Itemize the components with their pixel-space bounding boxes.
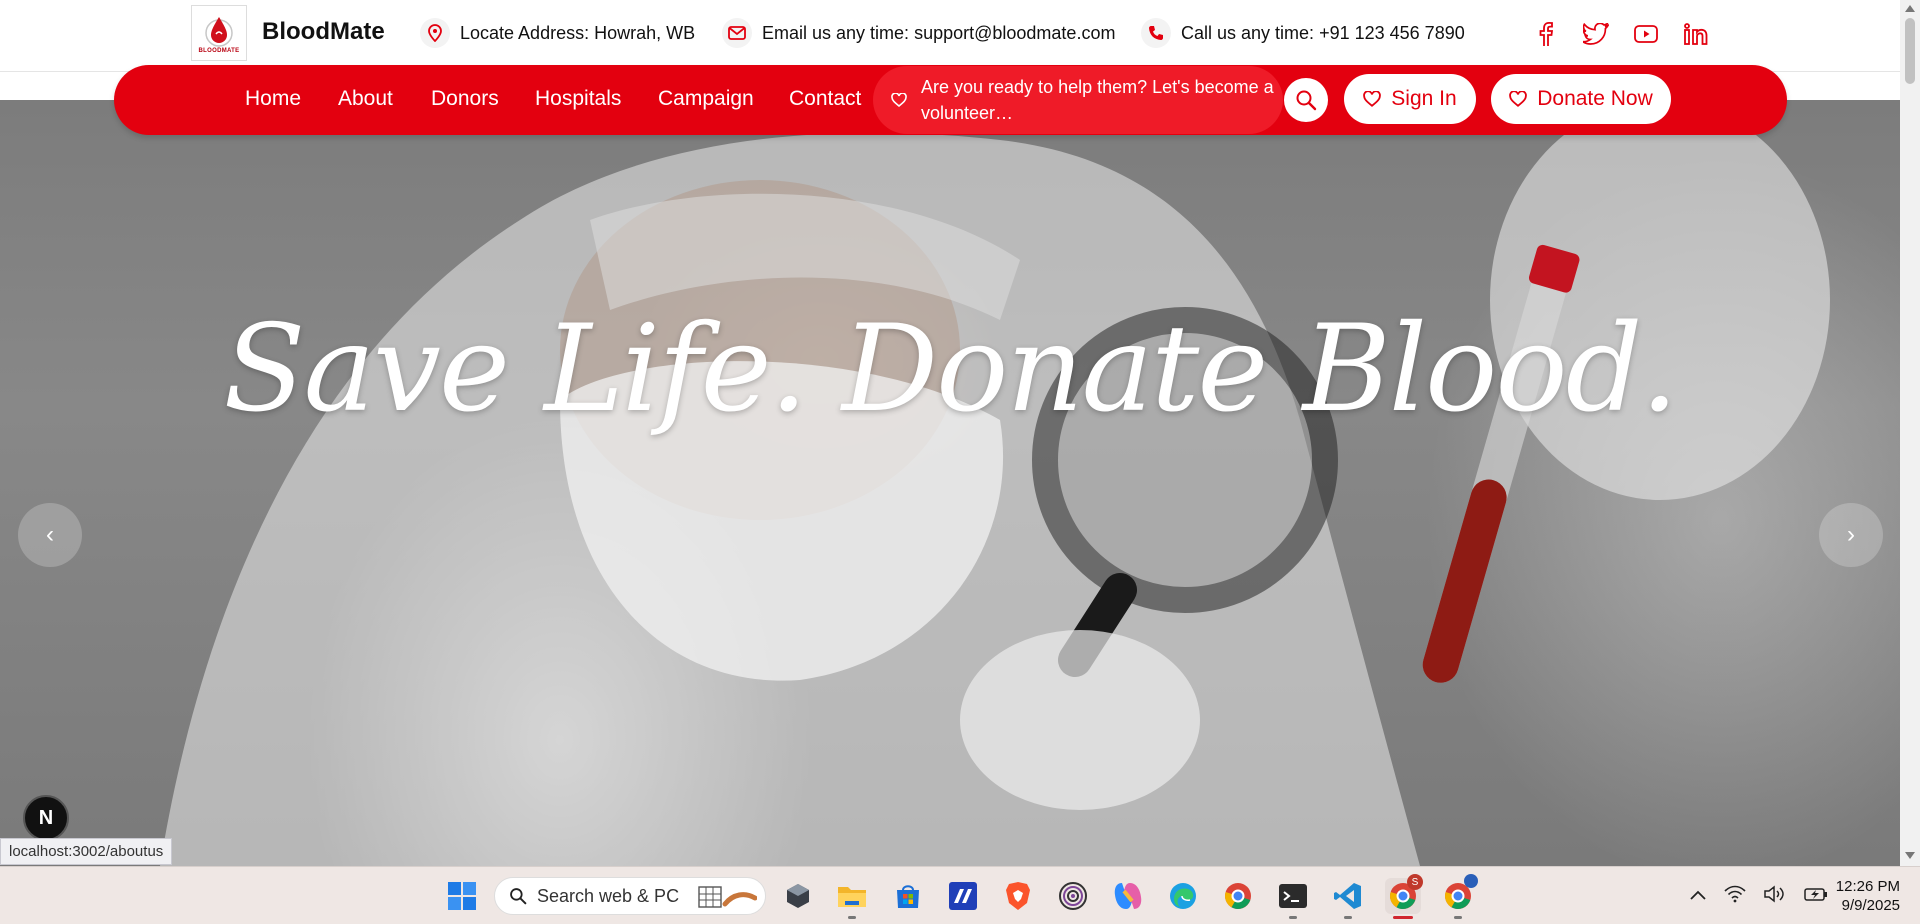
edge-browser-icon[interactable] — [1165, 878, 1201, 914]
volume-icon[interactable] — [1764, 884, 1786, 908]
address-info: Locate Address: Howrah, WB — [420, 18, 695, 48]
scroll-up-arrow-icon[interactable] — [1905, 5, 1915, 12]
donate-now-button[interactable]: Donate Now — [1491, 74, 1671, 124]
clock-time: 12:26 PM — [1835, 878, 1900, 895]
scroll-down-arrow-icon[interactable] — [1905, 852, 1915, 859]
twitter-icon[interactable] — [1580, 18, 1612, 50]
address-value: Howrah, WB — [594, 22, 696, 43]
taskbar-search-placeholder: Search web & PC — [537, 885, 680, 906]
page-scrollbar[interactable] — [1900, 0, 1920, 866]
email-value[interactable]: support@bloodmate.com — [914, 23, 1115, 44]
taskbar-clock[interactable]: 12:26 PM 9/9/2025 — [1830, 877, 1900, 915]
copilot-icon[interactable] — [1110, 878, 1146, 914]
sign-in-button[interactable]: Sign In — [1344, 74, 1476, 124]
hero-background-image — [160, 100, 1830, 866]
volunteer-banner[interactable]: Are you ready to help them? Let's become… — [873, 66, 1283, 134]
chrome-profile-active-icon[interactable]: S — [1385, 874, 1423, 919]
main-navigation: Home About Donors Hospitals Campaign Con… — [114, 65, 1787, 135]
scroll-thumb[interactable] — [1905, 18, 1915, 84]
volunteer-text: Are you ready to help them? Let's become… — [921, 77, 1274, 123]
windows-start-icon[interactable] — [444, 878, 480, 914]
hero-slider: Save Life. Donate Blood. ‹ › — [0, 100, 1900, 866]
top-info-bar: BLOODMATE BloodMate Locate Address: Howr… — [0, 0, 1900, 72]
phone-label: Call us any time: — [1181, 22, 1315, 43]
microsoft-store-icon[interactable] — [890, 878, 926, 914]
slider-next-button[interactable]: › — [1819, 503, 1883, 567]
phone-value[interactable]: +91 123 456 7890 — [1319, 23, 1465, 44]
chevron-up-icon[interactable] — [1690, 887, 1706, 905]
email-label: Email us any time: — [762, 22, 910, 43]
battery-icon[interactable] — [1804, 886, 1828, 907]
heart-icon — [891, 93, 907, 107]
social-links — [1530, 18, 1712, 50]
malwarebytes-app-icon[interactable] — [945, 878, 981, 914]
file-explorer-icon[interactable] — [834, 878, 870, 919]
chrome-browser-icon[interactable] — [1220, 878, 1256, 914]
youtube-icon[interactable] — [1630, 18, 1662, 50]
nav-home[interactable]: Home — [245, 87, 301, 111]
task-view-icon[interactable] — [780, 878, 816, 914]
heart-icon — [1509, 91, 1527, 107]
profile-avatar-badge — [1464, 874, 1478, 888]
linkedin-icon[interactable] — [1680, 18, 1712, 50]
heart-icon — [1363, 91, 1382, 107]
nextjs-dev-badge[interactable]: N — [23, 795, 69, 841]
email-info: Email us any time: support@bloodmate.com — [722, 18, 1115, 48]
nav-contact[interactable]: Contact — [789, 87, 861, 111]
envelope-icon — [722, 18, 752, 48]
brand-name[interactable]: BloodMate — [262, 18, 385, 46]
hero-title: Save Life. Donate Blood. — [223, 300, 1678, 439]
nav-about[interactable]: About — [338, 87, 393, 111]
logo-text: BLOODMATE — [198, 47, 240, 54]
phone-info: Call us any time: +91 123 456 7890 — [1141, 18, 1465, 48]
bloodmate-logo[interactable]: BLOODMATE — [191, 5, 247, 61]
blood-drop-icon — [205, 16, 233, 47]
search-icon — [510, 888, 527, 905]
vscode-icon[interactable] — [1330, 878, 1366, 919]
terminal-icon[interactable] — [1275, 878, 1311, 919]
wifi-icon[interactable] — [1724, 885, 1746, 908]
facebook-icon[interactable] — [1530, 18, 1562, 50]
nav-donors[interactable]: Donors — [431, 87, 499, 111]
search-button[interactable] — [1284, 78, 1328, 122]
search-icon — [1296, 90, 1317, 111]
clock-date: 9/9/2025 — [1841, 897, 1900, 914]
chevron-left-icon: ‹ — [46, 521, 54, 548]
address-label: Locate Address: — [460, 22, 590, 43]
taskbar-search-box[interactable]: Search web & PC — [494, 877, 766, 915]
chevron-right-icon: › — [1847, 521, 1855, 548]
sign-in-label: Sign In — [1391, 87, 1457, 110]
status-url-tooltip: localhost:3002/aboutus — [0, 838, 173, 865]
nav-campaign[interactable]: Campaign — [658, 87, 754, 111]
tor-browser-icon[interactable] — [1055, 878, 1091, 914]
phone-icon — [1141, 18, 1171, 48]
donate-now-label: Donate Now — [1537, 87, 1653, 110]
search-highlight-icon — [698, 886, 757, 908]
profile-badge: S — [1407, 874, 1423, 890]
system-tray — [1690, 867, 1828, 924]
nav-hospitals[interactable]: Hospitals — [535, 87, 621, 111]
brave-browser-icon[interactable] — [1000, 878, 1036, 914]
slider-prev-button[interactable]: ‹ — [18, 503, 82, 567]
windows-taskbar: Search web & PC S 12:26 PM 9/9/2025 — [0, 866, 1920, 924]
location-pin-icon — [420, 18, 450, 48]
chrome-profile-icon[interactable] — [1440, 874, 1478, 919]
